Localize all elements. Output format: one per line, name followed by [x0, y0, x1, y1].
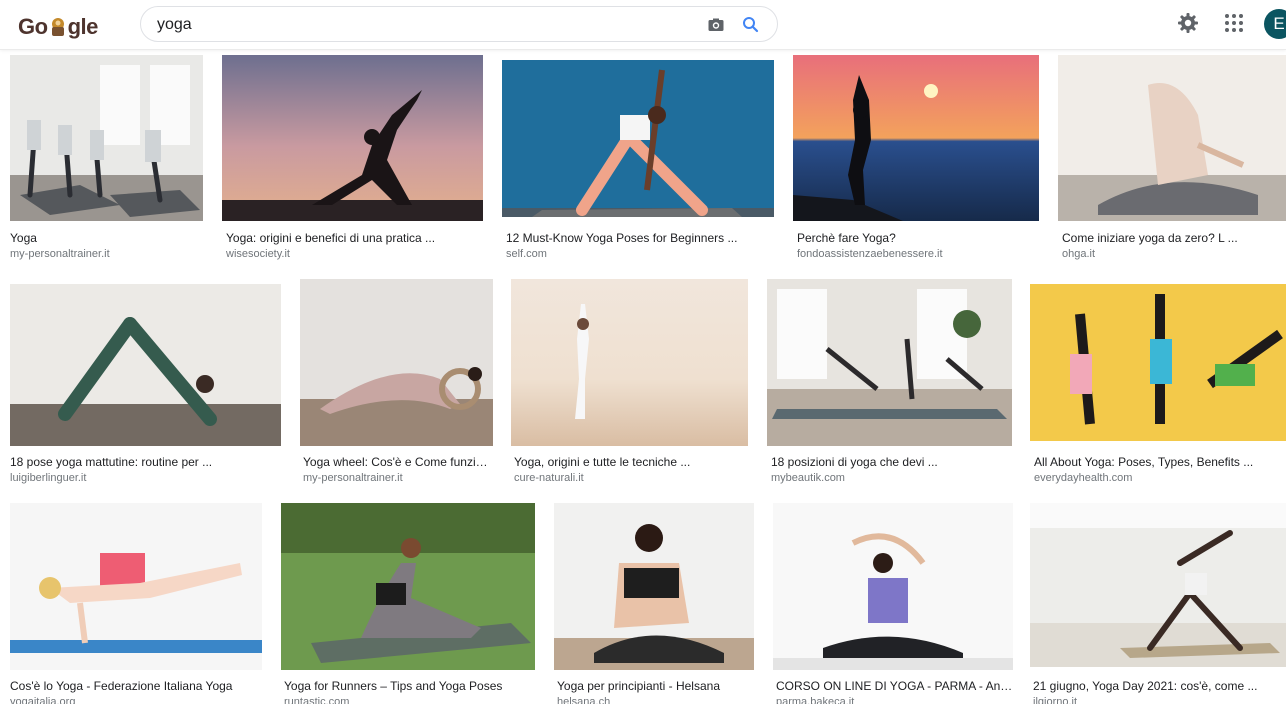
result-thumbnail[interactable] — [793, 55, 1039, 221]
result-title[interactable]: 18 posizioni di yoga che devi ... — [771, 455, 1011, 469]
result-source: fondoassistenzaebenessere.it — [797, 248, 943, 260]
result-source: luigiberlinguer.it — [10, 472, 87, 484]
result-thumbnail[interactable] — [1058, 55, 1286, 221]
result-thumbnail[interactable] — [767, 279, 1012, 446]
yoga-class-photo — [10, 55, 203, 221]
result-title[interactable]: 12 Must-Know Yoga Poses for Beginners ..… — [506, 231, 772, 245]
result-thumbnail[interactable] — [281, 503, 535, 670]
beach-tree-pose-photo — [511, 279, 748, 446]
search-icon[interactable] — [741, 15, 761, 35]
result-source: everydayhealth.com — [1034, 472, 1133, 484]
result-source: ohga.it — [1062, 248, 1096, 260]
result-thumbnail[interactable] — [511, 279, 748, 446]
illustrated-poses-image — [1030, 284, 1286, 441]
result-source: yogaitalia.org — [10, 696, 76, 704]
king-pigeon-pose-photo — [773, 503, 1013, 670]
google-doodle-logo[interactable]: Go gle — [18, 14, 98, 40]
result-source: my-personaltrainer.it — [10, 248, 110, 260]
gear-icon[interactable] — [1176, 11, 1200, 35]
result-title[interactable]: Perchè fare Yoga? — [797, 231, 1037, 245]
result-thumbnail[interactable] — [10, 284, 281, 446]
search-input[interactable] — [157, 15, 677, 35]
camera-icon[interactable] — [707, 16, 725, 34]
result-thumbnail[interactable] — [10, 55, 203, 221]
arm-balance-photo — [10, 503, 262, 670]
yoga-day-photo — [1030, 503, 1286, 667]
result-thumbnail[interactable] — [300, 279, 493, 446]
result-thumbnail[interactable] — [10, 503, 262, 670]
result-title[interactable]: Yoga, origini e tutte le tecniche ... — [514, 455, 748, 469]
result-thumbnail[interactable] — [773, 503, 1013, 670]
downward-dog-photo — [10, 284, 281, 446]
result-title[interactable]: Yoga wheel: Cos'è e Come funzion... — [303, 455, 493, 469]
result-source: ilgiorno.it — [1033, 696, 1078, 704]
sunset-tree-pose-photo — [793, 55, 1039, 221]
result-source: self.com — [506, 248, 547, 260]
result-title[interactable]: Yoga for Runners – Tips and Yoga Poses — [284, 679, 535, 693]
account-avatar[interactable]: E — [1264, 9, 1286, 39]
sunset-silhouette-photo — [222, 55, 483, 221]
result-title[interactable]: Yoga: origini e benefici di una pratica … — [226, 231, 481, 245]
result-title[interactable]: Come iniziare yoga da zero? L ... — [1062, 231, 1286, 245]
outdoor-cobra-photo — [281, 503, 535, 670]
doodle-figure-icon — [51, 18, 64, 36]
result-thumbnail[interactable] — [1030, 503, 1286, 667]
logo-text-end: gle — [67, 14, 99, 39]
result-source: my-personaltrainer.it — [303, 472, 403, 484]
result-title[interactable]: Yoga — [10, 231, 203, 245]
meditation-photo — [1058, 55, 1286, 221]
result-source: cure-naturali.it — [514, 472, 584, 484]
apps-grid-icon[interactable] — [1222, 11, 1246, 35]
result-title[interactable]: CORSO ON LINE DI YOGA - PARMA - Annun... — [776, 679, 1013, 693]
result-thumbnail[interactable] — [502, 60, 774, 217]
search-box[interactable] — [140, 6, 778, 42]
seated-stretch-photo — [554, 503, 754, 670]
yoga-studio-photo — [767, 279, 1012, 446]
result-thumbnail[interactable] — [554, 503, 754, 670]
result-title[interactable]: 21 giugno, Yoga Day 2021: cos'è, come ..… — [1033, 679, 1286, 693]
yoga-wheel-photo — [300, 279, 493, 446]
result-source: runtastic.com — [284, 696, 350, 704]
result-thumbnail[interactable] — [222, 55, 483, 221]
result-source: wisesociety.it — [226, 248, 290, 260]
result-title[interactable]: All About Yoga: Poses, Types, Benefits .… — [1034, 455, 1286, 469]
result-title[interactable]: Cos'è lo Yoga - Federazione Italiana Yog… — [10, 679, 262, 693]
top-bar: Go gle yoga E — [0, 0, 1286, 50]
result-source: parma.bakeca.it — [776, 696, 855, 704]
result-source: helsana.ch — [557, 696, 611, 704]
result-source: mybeautik.com — [771, 472, 845, 484]
logo-text-start: Go — [18, 14, 48, 39]
result-title[interactable]: Yoga per principianti - Helsana — [557, 679, 754, 693]
result-thumbnail[interactable] — [1030, 284, 1286, 441]
triangle-pose-photo — [502, 60, 774, 217]
result-title[interactable]: 18 pose yoga mattutine: routine per ... — [10, 455, 281, 469]
